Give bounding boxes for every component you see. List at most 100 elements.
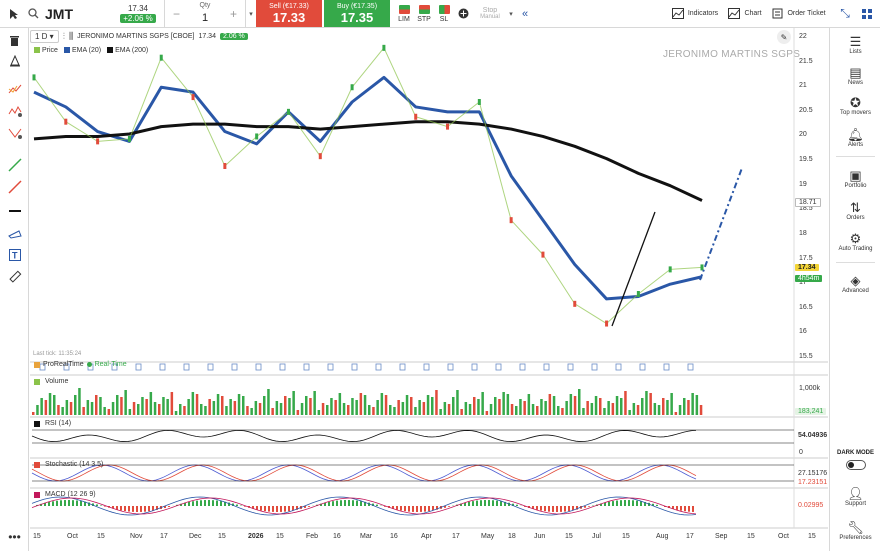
volume-bar <box>552 396 556 415</box>
volume-bar <box>61 407 64 415</box>
macd-bar <box>496 500 498 506</box>
bar-type-icon[interactable]: ⫼ <box>69 31 73 42</box>
pattern-tool-icon[interactable] <box>6 102 23 119</box>
rsi-value: 54.04936 <box>798 432 828 439</box>
order-type-label: LIM <box>398 16 410 23</box>
timeframe-label: 1 D <box>35 31 48 41</box>
plus-circle-icon[interactable] <box>456 0 470 27</box>
more-icon[interactable]: ••• <box>6 528 23 545</box>
chart-settings-icon[interactable]: ✎ <box>777 30 791 44</box>
sidebar-item-alerts[interactable]: 🔔︎ Alerts <box>830 128 880 148</box>
order-type-stp[interactable]: STP <box>415 2 433 26</box>
pointer-icon[interactable] <box>0 0 28 27</box>
dark-mode-toggle[interactable]: DARK MODE <box>830 450 880 470</box>
macd-bar <box>436 506 438 510</box>
volume-bar <box>229 399 232 415</box>
ruler-icon[interactable] <box>6 268 23 285</box>
order-type-sl[interactable]: SL <box>435 2 453 26</box>
line-red-icon[interactable] <box>6 178 23 195</box>
order-type-lim[interactable]: LIM <box>395 2 413 26</box>
volume-bar <box>305 396 308 415</box>
grid-layout-icon[interactable] <box>858 0 876 27</box>
sidebar-item-orders[interactable]: ⇅ Orders <box>830 201 880 221</box>
volume-bar <box>594 396 598 415</box>
volume-bar <box>300 403 304 415</box>
price-candle <box>191 94 195 101</box>
projection-line <box>699 167 743 281</box>
collapse-icon[interactable]: « <box>516 0 534 27</box>
volume-bar <box>649 393 652 415</box>
buy-button[interactable]: Buy (€17.35) 17.35 <box>324 0 390 27</box>
sidebar-item-portfolio[interactable]: ▣ Portfolio <box>830 169 880 189</box>
price-candle <box>318 153 322 160</box>
sidebar-item-lists[interactable]: ☰ Lists <box>830 35 880 55</box>
stop-dropdown-icon[interactable]: ▾ <box>506 0 516 27</box>
text-tool-icon[interactable]: T <box>6 246 23 263</box>
stop-manual-button[interactable]: Stop Manual <box>474 0 506 27</box>
sell-button[interactable]: Sell (€17.33) 17.33 <box>256 0 322 27</box>
macd-bar <box>268 506 270 512</box>
qty-minus-button[interactable]: − <box>173 7 180 21</box>
dark-mode-switch[interactable] <box>845 460 866 470</box>
timeframe-select[interactable]: 1 D ▾ <box>30 29 59 43</box>
channel-tool-icon[interactable] <box>6 224 23 241</box>
legend-ema20[interactable]: EMA (20) <box>63 47 101 54</box>
event-marker <box>183 363 190 371</box>
volume-bar <box>435 390 438 415</box>
sidebar-item-auto-trading[interactable]: ⚙ Auto Trading <box>830 232 880 252</box>
stochastic-label: Stochastic (14 3 5) <box>45 461 104 468</box>
macd-bar <box>376 504 378 506</box>
volume-bar <box>401 402 405 415</box>
fullscreen-icon[interactable]: ⤡ <box>836 0 854 27</box>
trash-icon[interactable] <box>6 32 23 49</box>
event-marker <box>519 363 526 371</box>
legend-ema200[interactable]: EMA (200) <box>107 47 148 54</box>
volume-bar <box>132 402 136 415</box>
sidebar-label: Orders <box>846 215 865 221</box>
realtime-dot-icon <box>86 362 92 367</box>
macd-bar <box>232 503 234 506</box>
horizontal-line-icon[interactable] <box>6 202 23 219</box>
macd-bar <box>608 501 610 506</box>
trend-tool-icon[interactable] <box>6 80 23 97</box>
volume-bar <box>670 393 673 415</box>
sidebar-item-news[interactable]: ▤ News <box>830 66 880 86</box>
fibonacci-tool-icon[interactable] <box>6 124 23 141</box>
alert-bell-icon[interactable] <box>6 52 23 69</box>
symbol-search[interactable]: JMT <box>28 0 112 27</box>
sidebar-item-advanced[interactable]: ◈ Advanced <box>830 274 880 294</box>
macd-bar <box>320 503 322 506</box>
chart-legend: Price EMA (20) EMA (200) <box>34 47 148 54</box>
quantity-stepper[interactable]: Qty − 1 + <box>164 0 246 27</box>
qty-dropdown-icon[interactable]: ▾ <box>246 0 256 27</box>
legend-price[interactable]: Price <box>34 47 58 54</box>
candle-type-icon[interactable]: ⫶ <box>63 31 65 42</box>
rsi-label: RSI (14) <box>45 420 72 427</box>
medal-icon: ✪ <box>850 95 861 110</box>
macd-bar <box>392 506 394 509</box>
qty-plus-button[interactable]: + <box>230 7 237 21</box>
volume-bar <box>363 395 367 415</box>
sidebar-item-preferences[interactable]: 🔧︎ Preferences <box>830 521 880 541</box>
macd-bar <box>656 504 658 506</box>
price-candle <box>477 99 481 105</box>
macd-bar <box>352 500 354 506</box>
volume-bar <box>645 391 648 415</box>
volume-bar <box>111 402 115 415</box>
sidebar-item-top-movers[interactable]: ✪ Top movers <box>830 96 880 116</box>
sidebar-item-support[interactable]: 👤︎ Support <box>830 487 880 507</box>
level-tag: 18.71 <box>795 198 821 207</box>
macd-bar <box>208 500 210 506</box>
qty-value[interactable]: 1 <box>202 12 208 24</box>
order-ticket-button[interactable]: Order Ticket <box>770 0 828 27</box>
indicators-icon <box>671 8 684 19</box>
indicators-button[interactable]: Indicators <box>668 0 722 27</box>
volume-bar <box>351 398 354 415</box>
volume-bar <box>292 391 295 415</box>
macd-value: 0.02995 <box>798 502 824 509</box>
line-green-icon[interactable] <box>6 156 23 173</box>
chart-button[interactable]: Chart <box>726 0 764 27</box>
volume-bar <box>569 394 573 415</box>
macd-bar <box>260 506 262 511</box>
macd-bar <box>692 506 694 512</box>
